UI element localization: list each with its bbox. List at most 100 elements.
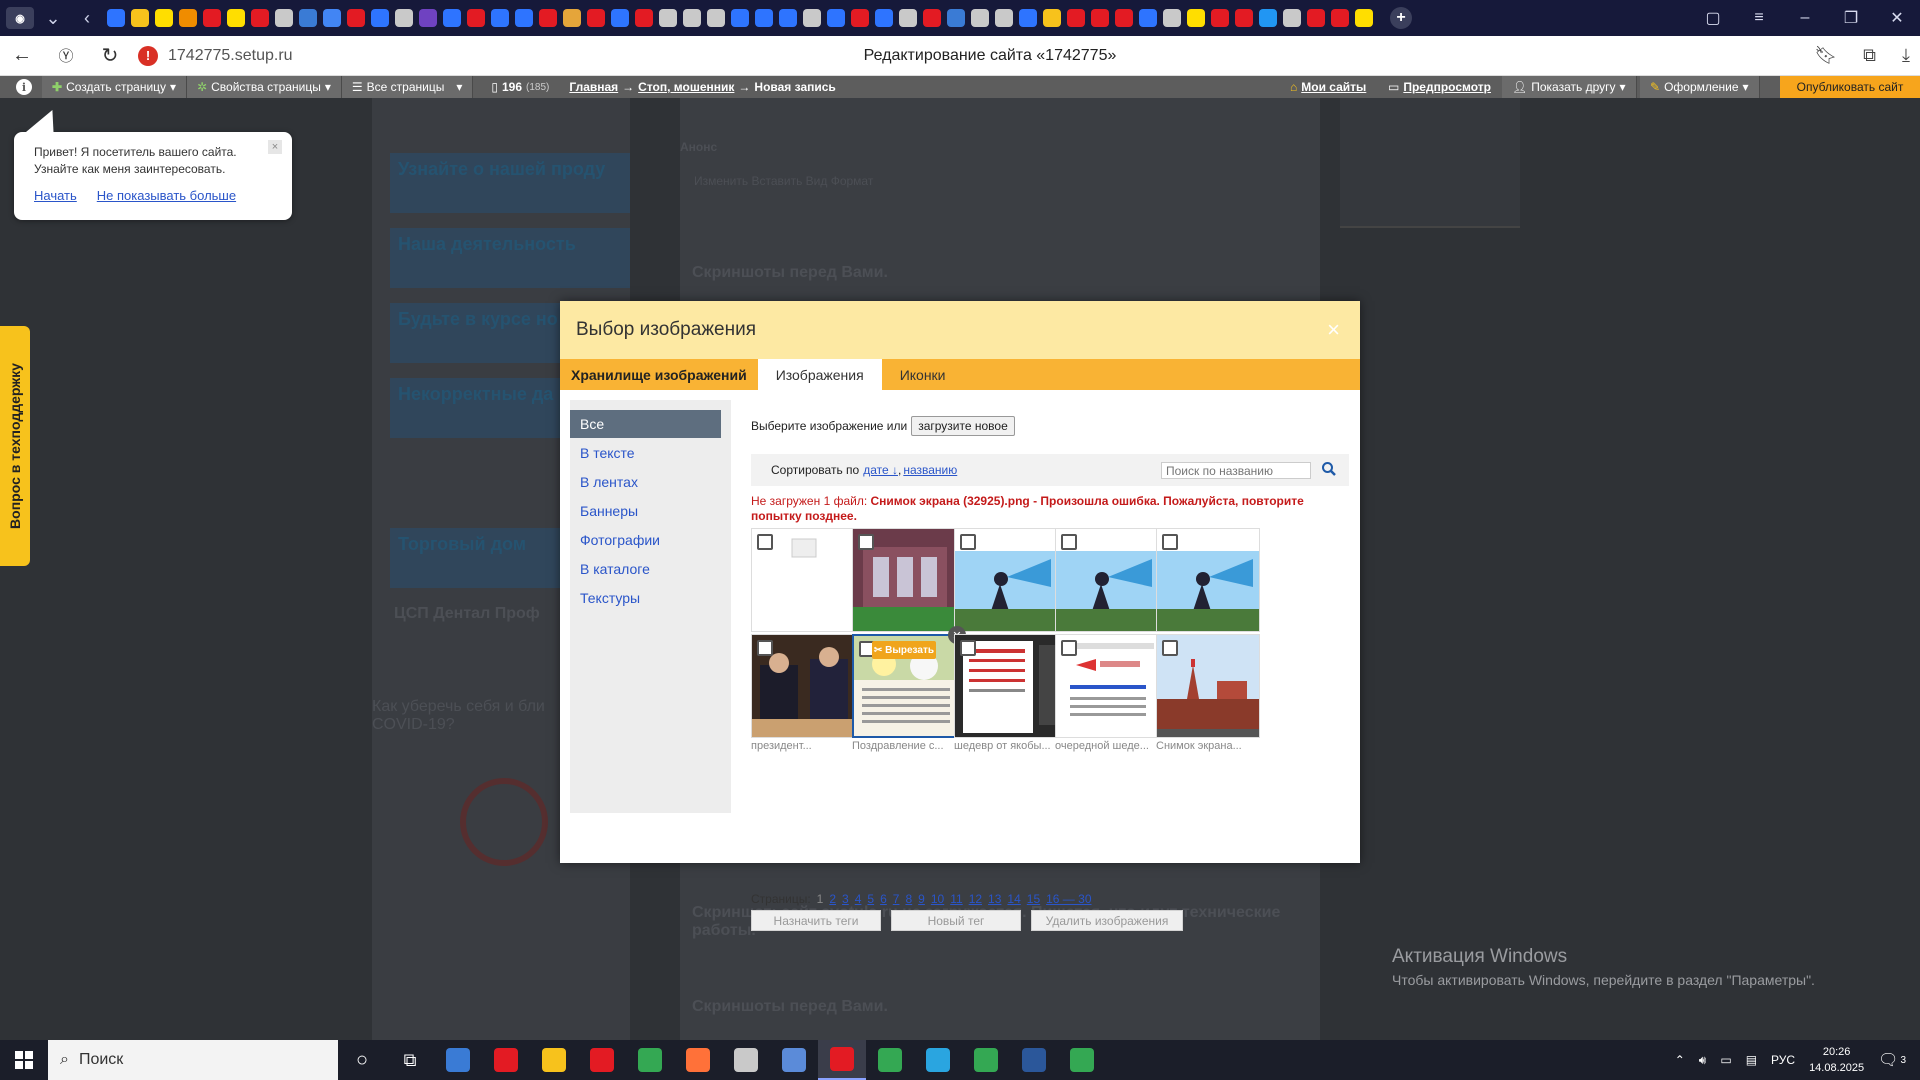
taskbar-app-icon[interactable] [722,1040,770,1080]
image-thumbnail[interactable] [1156,528,1260,632]
minimize-icon[interactable]: – [1782,9,1828,27]
restore-icon[interactable]: ❐ [1828,8,1874,28]
close-icon[interactable]: × [268,140,282,154]
tab-favicon-icon[interactable] [1235,9,1253,27]
tab-favicon-icon[interactable] [851,9,869,27]
tab-favicon-icon[interactable] [707,9,725,27]
tab-favicon-icon[interactable] [251,9,269,27]
tab-favicon-icon[interactable] [155,9,173,27]
category-banners[interactable]: Баннеры [570,497,721,525]
info-icon[interactable]: i [16,79,32,95]
upload-new-button[interactable]: загрузите новое [911,416,1015,436]
tab-favicon-icon[interactable] [803,9,821,27]
download-icon[interactable]: ⤓ [1902,45,1910,66]
dont-show-link[interactable]: Не показывать больше [97,188,236,203]
thumbnail-checkbox[interactable] [757,640,773,656]
thumbnail-checkbox[interactable] [1061,640,1077,656]
tab-images[interactable]: Изображения [757,359,882,390]
tab-favicon-icon[interactable] [299,9,317,27]
publish-button[interactable]: Опубликовать сайт [1780,76,1920,98]
new-tag-button[interactable]: Новый тег [891,910,1021,931]
tabs-dropdown-icon[interactable]: ⌄ [36,8,70,29]
collections-icon[interactable]: ▢ [1690,8,1736,28]
page-link[interactable]: 15 [1027,892,1040,906]
page-link[interactable]: 7 [893,892,900,906]
thumbnail-checkbox[interactable] [1162,640,1178,656]
image-thumbnail[interactable] [1156,634,1260,738]
breadcrumb-home-link[interactable]: Главная [569,80,618,94]
thumbnail-checkbox[interactable] [1162,534,1178,550]
close-window-icon[interactable]: ✕ [1874,8,1920,28]
tab-favicon-icon[interactable] [1043,9,1061,27]
tab-favicon-icon[interactable] [731,9,749,27]
browser-menu-icon[interactable]: ◉ [6,7,34,29]
copy-icon[interactable]: ⧉ [1863,45,1876,66]
battery-icon[interactable]: ▭ [1720,1053,1731,1067]
volume-icon[interactable]: 🔊︎ [1699,1053,1707,1068]
taskbar-app-icon[interactable] [818,1040,866,1080]
my-sites-link[interactable]: ⌂ Мои сайты [1280,76,1376,98]
tab-favicon-icon[interactable] [1163,9,1181,27]
tab-favicon-icon[interactable] [539,9,557,27]
tab-favicon-icon[interactable] [515,9,533,27]
sort-by-name-link[interactable]: названию [903,463,957,477]
tab-favicon-icon[interactable] [899,9,917,27]
show-friend-menu[interactable]: 👤︎ Показать другу ▾ [1502,76,1637,98]
tray-chevron-icon[interactable]: ⌃ [1675,1053,1685,1067]
tab-favicon-icon[interactable] [1091,9,1109,27]
taskbar-app-icon[interactable] [434,1040,482,1080]
cortana-icon[interactable]: ○ [338,1040,386,1080]
tab-favicon-icon[interactable] [875,9,893,27]
tab-favicon-icon[interactable] [995,9,1013,27]
tab-favicon-icon[interactable] [1019,9,1037,27]
bookmark-icon[interactable]: 🔖︎ [1814,45,1837,66]
page-link[interactable]: 16 — 30 [1046,892,1091,906]
tab-favicon-icon[interactable] [131,9,149,27]
image-thumbnail[interactable] [751,528,855,632]
taskbar-app-icon[interactable] [1058,1040,1106,1080]
url-field[interactable]: 1742775.setup.ru [168,47,293,65]
taskbar-app-icon[interactable] [482,1040,530,1080]
tab-favicon-icon[interactable] [587,9,605,27]
design-menu[interactable]: ✎ Оформление ▾ [1640,76,1760,98]
tab-favicon-icon[interactable] [827,9,845,27]
category-catalog[interactable]: В каталоге [570,555,721,583]
clock[interactable]: 20:26 14.08.2025 [1809,1044,1864,1076]
tab-favicon-icon[interactable] [443,9,461,27]
image-thumbnail[interactable] [852,528,956,632]
page-link[interactable]: 9 [918,892,925,906]
taskbar-app-icon[interactable] [530,1040,578,1080]
all-pages-menu[interactable]: ☰ Все страницы ▾ [341,76,474,98]
page-link[interactable]: 8 [905,892,912,906]
start-link[interactable]: Начать [34,188,77,203]
image-thumbnail[interactable] [954,528,1058,632]
image-thumbnail[interactable] [751,634,855,738]
thumbnail-checkbox[interactable] [960,534,976,550]
category-in-text[interactable]: В тексте [570,439,721,467]
tab-favicon-icon[interactable] [1283,9,1301,27]
image-thumbnail[interactable] [1055,634,1159,738]
tab-favicon-icon[interactable] [923,9,941,27]
category-photos[interactable]: Фотографии [570,526,721,554]
tab-favicon-icon[interactable] [1067,9,1085,27]
tab-favicon-icon[interactable] [371,9,389,27]
image-thumbnail[interactable] [1055,528,1159,632]
tab-favicon-icon[interactable] [179,9,197,27]
taskbar-app-icon[interactable] [914,1040,962,1080]
tabs-scroll-left-icon[interactable]: ‹ [70,8,104,29]
taskbar-app-icon[interactable] [962,1040,1010,1080]
taskbar-app-icon[interactable] [770,1040,818,1080]
close-icon[interactable]: × [1327,317,1340,343]
page-link[interactable]: 3 [842,892,849,906]
tab-favicon-icon[interactable] [947,9,965,27]
delete-images-button[interactable]: Удалить изображения [1031,910,1183,931]
tab-favicon-icon[interactable] [971,9,989,27]
reload-icon[interactable]: ↻ [88,43,132,68]
back-icon[interactable]: ← [0,44,44,67]
page-link[interactable]: 2 [829,892,836,906]
page-link[interactable]: 11 [950,892,962,906]
tab-favicon-icon[interactable] [683,9,701,27]
tab-favicon-icon[interactable] [779,9,797,27]
yandex-icon[interactable]: Ⓨ [44,45,88,66]
start-button[interactable] [0,1051,48,1069]
